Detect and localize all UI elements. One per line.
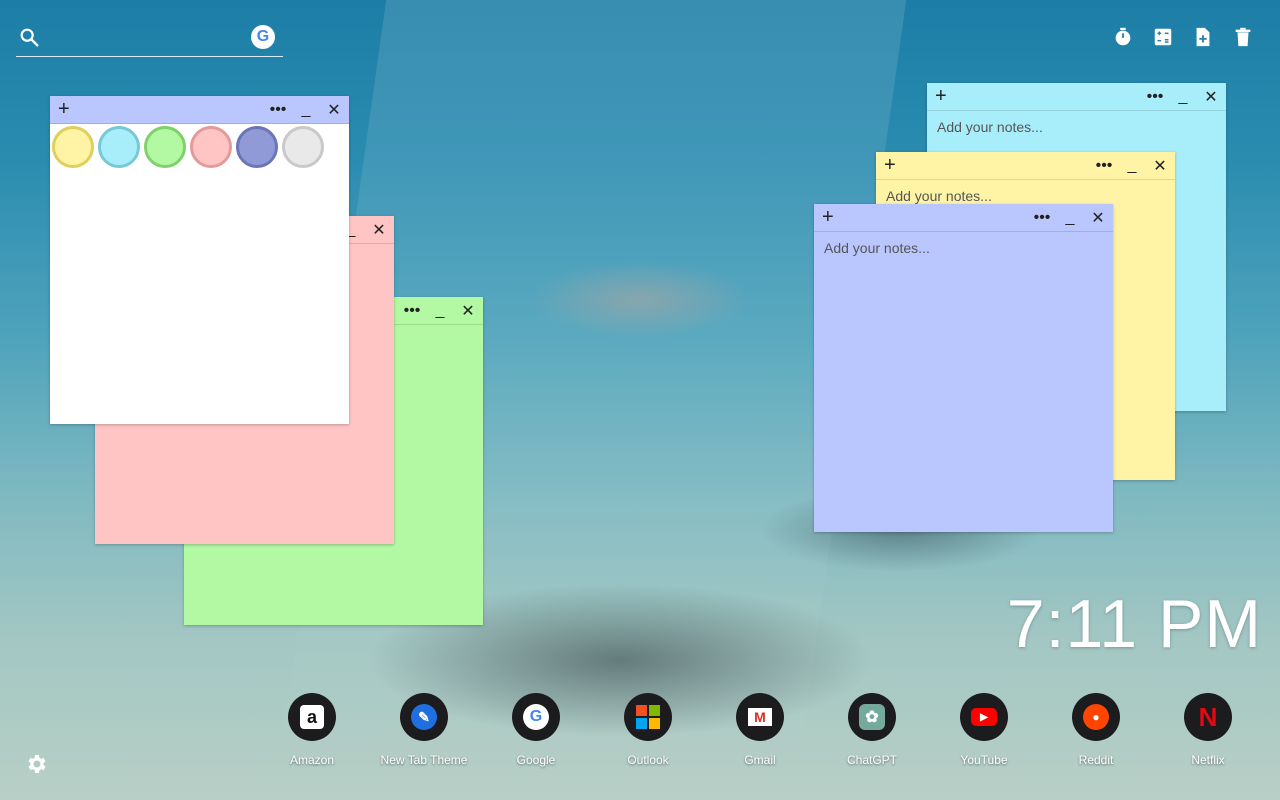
more-options-button[interactable]: ••• [1095,157,1113,175]
more-options-button[interactable]: ••• [269,101,287,119]
swatch-gray[interactable] [282,126,324,168]
minimize-button[interactable]: _ [1123,157,1141,175]
swatch-cyan[interactable] [98,126,140,168]
shortcut-label: Google [516,753,556,767]
more-options-button[interactable]: ••• [1033,209,1051,227]
timer-icon[interactable] [1112,26,1134,48]
close-note-button[interactable]: ✕ [1089,208,1107,228]
gmail-icon: M [736,693,784,741]
add-note-button[interactable]: + [935,85,947,107]
shortcut-amazon[interactable]: a Amazon [256,693,368,767]
color-picker [52,126,324,168]
shortcut-google[interactable]: G Google [480,693,592,767]
more-options-button[interactable]: ••• [1146,88,1164,106]
netflix-icon: N [1184,693,1232,741]
new-tab-theme-icon: ✎ [400,693,448,741]
shortcut-label: Gmail [744,753,776,767]
close-note-button[interactable]: ✕ [325,100,343,120]
swatch-yellow[interactable] [52,126,94,168]
search-icon [18,26,40,48]
minimize-button[interactable]: _ [1174,88,1192,106]
note-toolbar: + ••• _ ✕ [927,83,1226,111]
shortcut-reddit[interactable]: ● Reddit [1040,693,1152,767]
shortcut-label: Amazon [289,753,335,767]
shortcut-chatgpt[interactable]: ✿ ChatGPT [816,693,928,767]
shortcut-new-tab-theme[interactable]: ✎ New Tab Theme [368,693,480,767]
amazon-icon: a [288,693,336,741]
close-note-button[interactable]: ✕ [1151,156,1169,176]
youtube-icon: ▶ [960,693,1008,741]
google-icon: G [512,693,560,741]
shortcut-label: New Tab Theme [380,753,468,767]
close-note-button[interactable]: ✕ [370,220,388,240]
shortcut-gmail[interactable]: M Gmail [704,693,816,767]
swatch-blue[interactable] [236,126,278,168]
trash-icon[interactable] [1232,26,1254,48]
add-note-button[interactable]: + [58,98,70,120]
shortcut-label: Netflix [1191,753,1225,767]
google-icon[interactable]: G [251,25,275,49]
shortcut-dock: a Amazon ✎ New Tab Theme G Google Outloo… [256,693,1266,773]
clock: 7:11 PM [1006,586,1262,662]
note-text[interactable]: Add your notes... [824,240,1103,522]
minimize-button[interactable]: _ [431,302,449,320]
minimize-button[interactable]: _ [297,101,315,119]
more-options-button[interactable]: ••• [403,302,421,320]
note-toolbar: + ••• _ ✕ [814,204,1113,232]
search-bar[interactable]: G [16,22,283,57]
swatch-pink[interactable] [190,126,232,168]
microsoft-icon [624,693,672,741]
sticky-note-white[interactable]: + ••• _ ✕ [50,96,349,424]
shortcut-label: YouTube [960,753,1008,767]
shortcut-label: ChatGPT [846,753,897,767]
minimize-button[interactable]: _ [1061,209,1079,227]
shortcut-youtube[interactable]: ▶ YouTube [928,693,1040,767]
note-toolbar: + ••• _ ✕ [876,152,1175,180]
close-note-button[interactable]: ✕ [1202,87,1220,107]
new-note-icon[interactable] [1192,26,1214,48]
search-input[interactable] [50,24,254,52]
calculator-icon[interactable] [1152,26,1174,48]
add-note-button[interactable]: + [884,154,896,176]
sticky-note-blue[interactable]: + ••• _ ✕ Add your notes... [814,204,1113,532]
add-note-button[interactable]: + [822,206,834,228]
shortcut-outlook[interactable]: Outlook [592,693,704,767]
shortcut-label: Outlook [627,753,669,767]
close-note-button[interactable]: ✕ [459,301,477,321]
note-toolbar: + ••• _ ✕ [50,96,349,124]
swatch-green[interactable] [144,126,186,168]
gear-icon[interactable] [24,752,48,776]
toolbar [1112,26,1254,48]
chatgpt-icon: ✿ [848,693,896,741]
shortcut-netflix[interactable]: N Netflix [1152,693,1264,767]
reddit-icon: ● [1072,693,1120,741]
shortcut-label: Reddit [1078,753,1114,767]
